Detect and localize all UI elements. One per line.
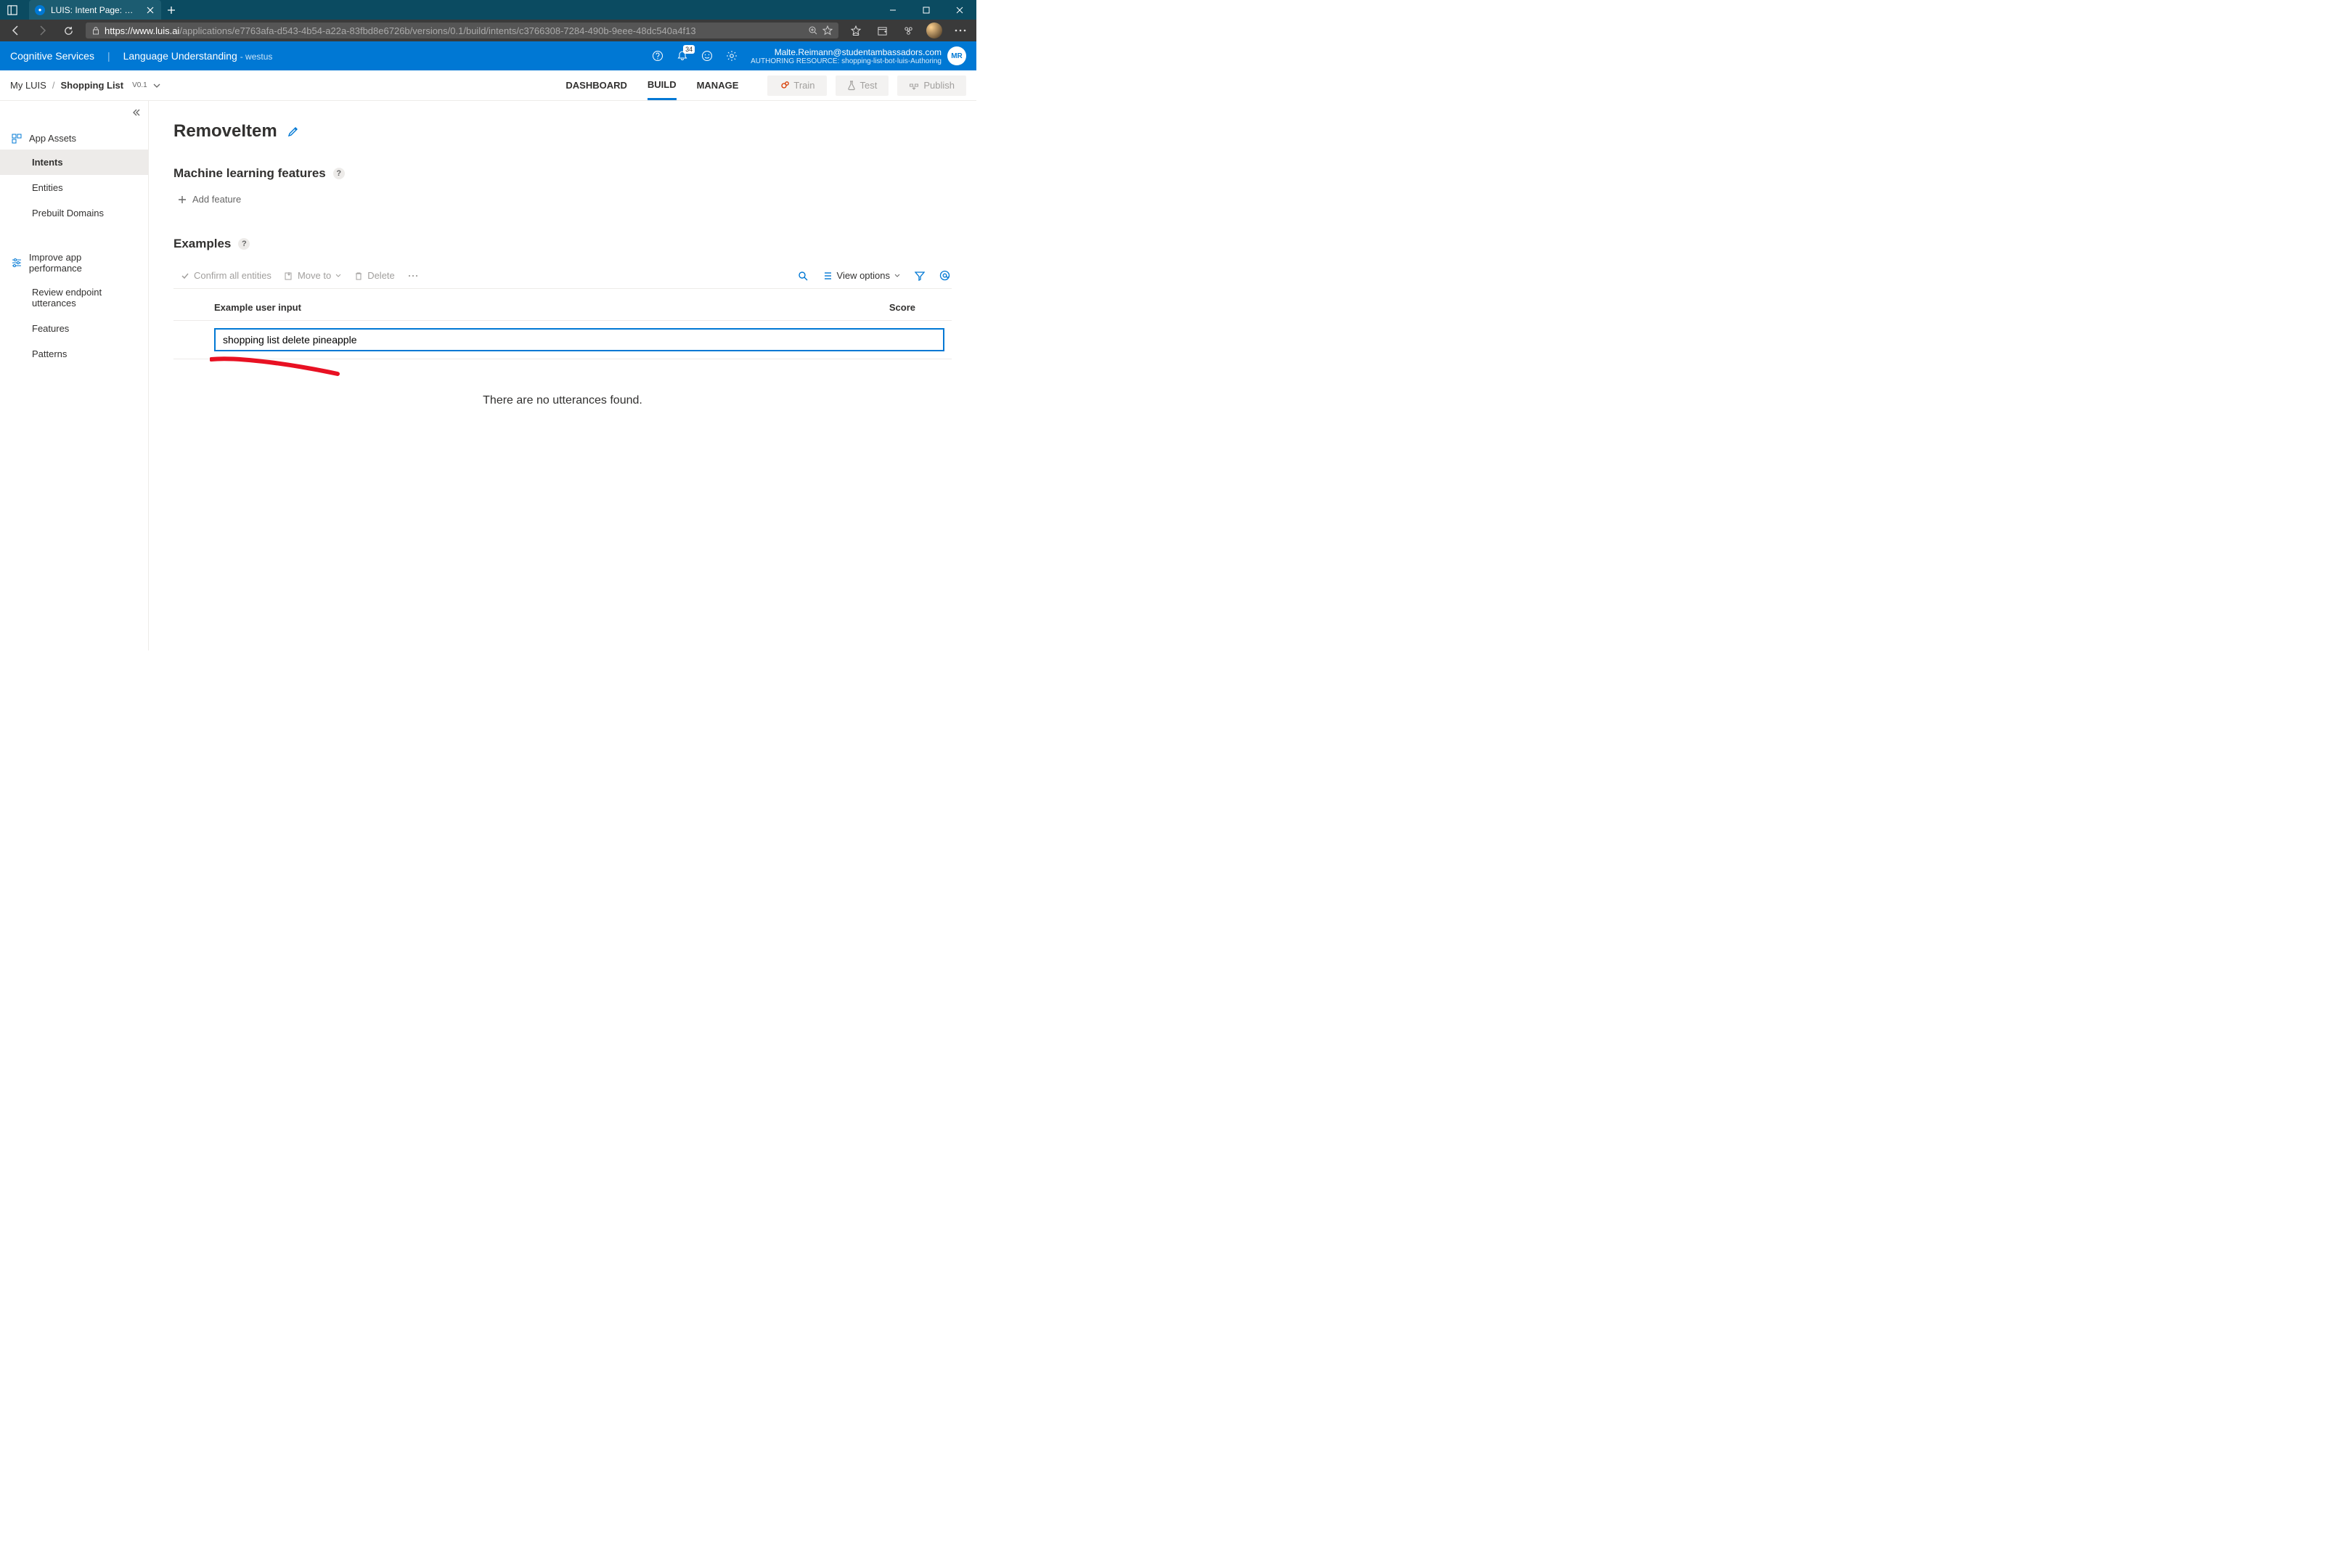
browser-tab[interactable]: ● LUIS: Intent Page: RemoveItem	[29, 0, 161, 20]
main-content: RemoveItem Machine learning features ? A…	[149, 101, 976, 650]
improve-icon	[12, 258, 22, 268]
sidebar-item-entities[interactable]: Entities	[0, 175, 148, 200]
user-avatar: MR	[947, 46, 966, 65]
crumb-root[interactable]: My LUIS	[10, 80, 46, 91]
help-icon[interactable]	[652, 50, 663, 62]
version-label[interactable]: V0.1	[132, 81, 147, 89]
empty-message: There are no utterances found.	[173, 394, 952, 407]
sidebar-item-patterns[interactable]: Patterns	[0, 341, 148, 367]
examples-headers: Example user input Score	[173, 295, 952, 321]
refresh-button[interactable]	[57, 20, 80, 41]
sidebar-item-prebuilt[interactable]: Prebuilt Domains	[0, 200, 148, 226]
user-block[interactable]: Malte.Reimann@studentambassadors.com AUT…	[751, 46, 966, 65]
sidebar-head-improve[interactable]: Improve app performance	[0, 246, 148, 279]
tab-actions-icon[interactable]	[0, 0, 25, 20]
profile-button[interactable]	[923, 20, 946, 41]
filter-icon[interactable]	[915, 271, 925, 281]
header-divider: |	[107, 50, 110, 62]
crumb-app[interactable]: Shopping List	[60, 80, 123, 91]
subbrand-label: Language Understanding	[123, 50, 237, 62]
tab-build[interactable]: BUILD	[648, 70, 677, 100]
favorites-button[interactable]	[844, 20, 867, 41]
delete-button[interactable]: Delete	[354, 270, 395, 281]
breadcrumb: My LUIS / Shopping List V0.1	[10, 80, 160, 91]
list-icon	[822, 271, 833, 281]
help-icon[interactable]: ?	[238, 238, 250, 250]
examples-title: Examples	[173, 237, 231, 251]
tab-title: LUIS: Intent Page: RemoveItem	[51, 5, 139, 15]
lock-icon	[91, 26, 100, 35]
app-header: Cognitive Services | Language Understand…	[0, 41, 976, 70]
collapse-sidebar-icon[interactable]	[132, 108, 141, 117]
sidebar-item-features[interactable]: Features	[0, 316, 148, 341]
move-icon	[285, 271, 293, 280]
help-icon[interactable]: ?	[333, 168, 345, 179]
page-title: RemoveItem	[173, 121, 277, 142]
more-options-button[interactable]	[408, 274, 418, 277]
add-feature-button[interactable]: Add feature	[178, 194, 952, 205]
chevron-down-icon	[894, 273, 900, 279]
ml-features-title: Machine learning features	[173, 166, 326, 181]
feedback-icon[interactable]	[701, 50, 713, 62]
tab-dashboard[interactable]: DASHBOARD	[565, 70, 627, 100]
confirm-entities-button[interactable]: Confirm all entities	[181, 270, 271, 281]
favorite-icon[interactable]	[822, 25, 833, 36]
col-input: Example user input	[214, 302, 857, 313]
settings-icon[interactable]	[726, 50, 738, 62]
assets-icon	[12, 134, 22, 144]
region-label: - westus	[240, 52, 273, 62]
trash-icon	[354, 271, 363, 280]
annotation-mark	[173, 359, 952, 384]
more-icon	[408, 274, 418, 277]
chevron-down-icon	[335, 273, 341, 279]
examples-toolbar: Confirm all entities Move to Delete View…	[173, 264, 952, 289]
more-button[interactable]	[949, 20, 972, 41]
mention-icon[interactable]	[939, 270, 950, 281]
chevron-down-icon[interactable]	[153, 82, 160, 89]
check-icon	[181, 271, 189, 280]
tab-manage[interactable]: MANAGE	[697, 70, 739, 100]
publish-button[interactable]: Publish	[897, 75, 966, 96]
extensions-button[interactable]	[897, 20, 920, 41]
command-bar: My LUIS / Shopping List V0.1 DASHBOARD B…	[0, 70, 976, 101]
browser-titlebar: ● LUIS: Intent Page: RemoveItem	[0, 0, 976, 20]
notifications-icon[interactable]: 34	[677, 50, 688, 62]
example-input[interactable]	[214, 328, 944, 351]
sidebar-item-intents[interactable]: Intents	[0, 150, 148, 175]
plus-icon	[178, 195, 187, 204]
notification-badge: 34	[683, 45, 695, 54]
url-text: https://www.luis.ai/applications/e7763af…	[105, 25, 804, 36]
browser-toolbar: https://www.luis.ai/applications/e7763af…	[0, 20, 976, 41]
forward-button[interactable]	[30, 20, 54, 41]
view-options-button[interactable]: View options	[822, 270, 900, 281]
col-score: Score	[857, 302, 944, 313]
search-icon[interactable]	[798, 271, 808, 281]
tab-favicon-icon: ●	[35, 5, 45, 15]
new-tab-button[interactable]	[161, 0, 181, 20]
edit-icon[interactable]	[287, 126, 299, 137]
window-maximize-button[interactable]	[910, 0, 943, 20]
back-button[interactable]	[4, 20, 28, 41]
sidebar-head-assets[interactable]: App Assets	[0, 127, 148, 150]
sidebar-item-review[interactable]: Review endpoint utterances	[0, 279, 148, 316]
tab-close-icon[interactable]	[145, 5, 155, 15]
brand-label[interactable]: Cognitive Services	[10, 50, 94, 62]
user-resource: AUTHORING RESOURCE: shopping-list-bot-lu…	[751, 57, 942, 65]
window-minimize-button[interactable]	[876, 0, 910, 20]
sidebar: App Assets Intents Entities Prebuilt Dom…	[0, 101, 149, 650]
collections-button[interactable]	[870, 20, 894, 41]
address-bar[interactable]: https://www.luis.ai/applications/e7763af…	[86, 23, 838, 38]
train-button[interactable]: Train	[767, 75, 826, 96]
subbrand-block[interactable]: Language Understanding - westus	[123, 50, 273, 62]
window-close-button[interactable]	[943, 0, 976, 20]
zoom-icon[interactable]	[808, 25, 818, 36]
test-button[interactable]: Test	[836, 75, 889, 96]
move-to-button[interactable]: Move to	[285, 270, 341, 281]
user-email: Malte.Reimann@studentambassadors.com	[751, 47, 942, 57]
